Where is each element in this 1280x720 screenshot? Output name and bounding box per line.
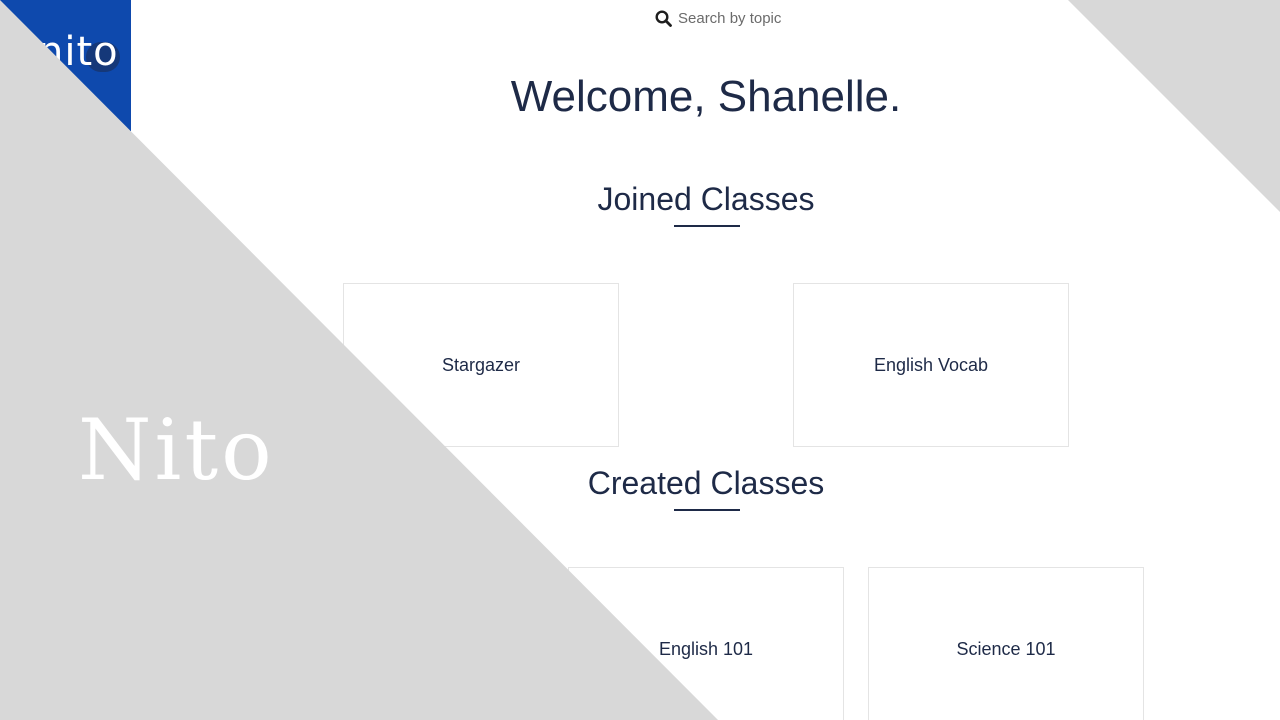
welcome-heading: Welcome, Shanelle. <box>510 72 902 121</box>
class-card-science-101[interactable]: Science 101 <box>868 567 1144 720</box>
search-bar[interactable]: Search by topic <box>655 10 781 27</box>
brand-wordmark: Nito <box>78 401 275 499</box>
class-card-stargazer[interactable]: Stargazer <box>343 283 619 447</box>
joined-classes-underline <box>674 225 740 227</box>
logo-text: nito <box>38 29 119 75</box>
class-card-label: Stargazer <box>441 354 521 375</box>
class-card-english-vocab[interactable]: English Vocab <box>793 283 1069 447</box>
search-icon <box>655 10 672 27</box>
class-card-label: English Vocab <box>873 354 989 375</box>
search-placeholder[interactable]: Search by topic <box>678 10 781 27</box>
created-classes-underline <box>674 509 740 511</box>
class-card-label: English 101 <box>658 638 754 659</box>
page: nito Search by topic Welcome, Shanelle. … <box>0 0 1280 720</box>
class-card-english-101[interactable]: English 101 <box>568 567 844 720</box>
class-card-label: Science 101 <box>956 638 1056 659</box>
joined-classes-title: Joined Classes <box>597 181 815 217</box>
